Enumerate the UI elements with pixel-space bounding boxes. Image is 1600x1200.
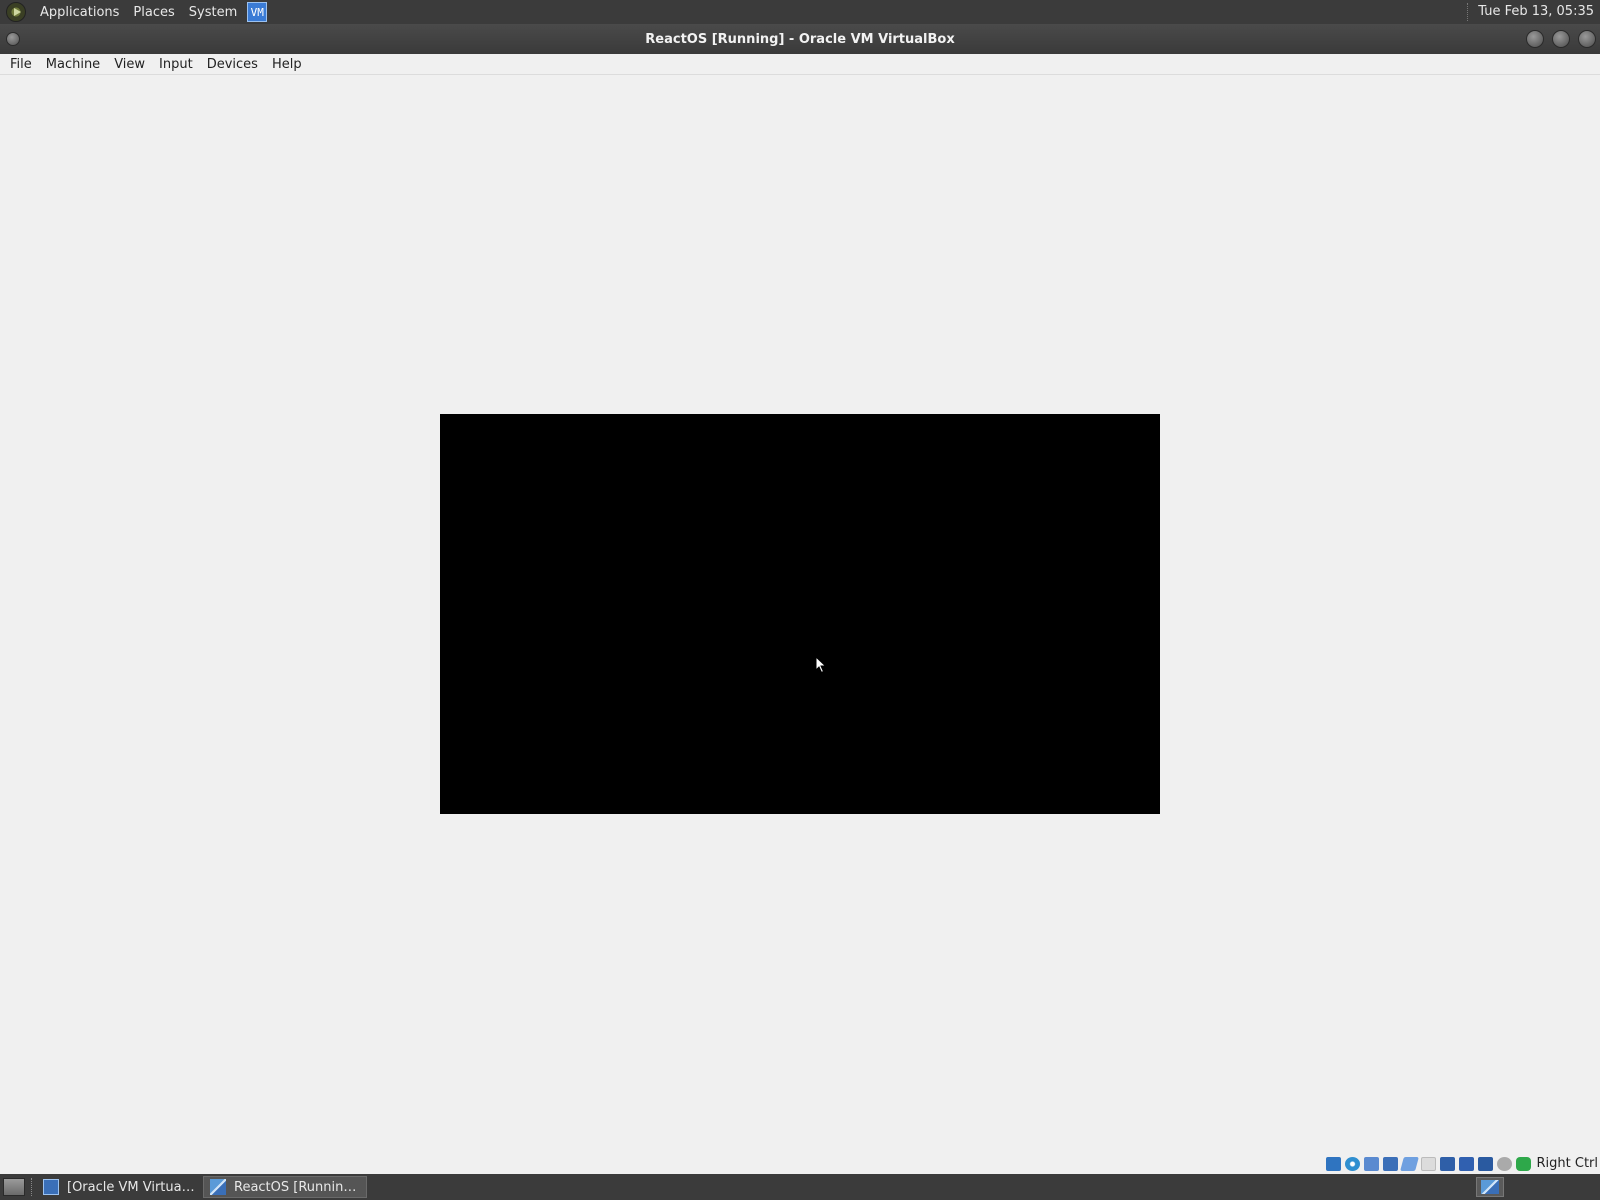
virtualbox-icon (43, 1179, 59, 1195)
vm-display-area[interactable] (0, 75, 1600, 1158)
system-tray[interactable] (1476, 1177, 1504, 1197)
window-controls (1526, 30, 1596, 48)
distro-logo-icon[interactable] (6, 2, 26, 22)
audio-icon[interactable] (1363, 1156, 1379, 1171)
virtualbox-launcher-icon[interactable]: VM (247, 2, 268, 22)
menu-view[interactable]: View (107, 57, 152, 72)
usb-icon[interactable] (1399, 1156, 1419, 1171)
maximize-icon[interactable] (1552, 30, 1570, 48)
menu-machine[interactable]: Machine (39, 57, 107, 72)
minimize-icon[interactable] (1526, 30, 1544, 48)
display-icon[interactable] (1439, 1156, 1455, 1171)
window-menu-icon[interactable] (6, 32, 20, 46)
optical-drive-icon[interactable] (1344, 1156, 1360, 1171)
panel-clock[interactable]: Tue Feb 13, 05:35 (1467, 3, 1600, 21)
shared-folders-icon[interactable] (1420, 1156, 1436, 1171)
menu-file[interactable]: File (3, 57, 39, 72)
system-menu[interactable]: System (189, 5, 237, 20)
menu-help[interactable]: Help (265, 57, 309, 72)
task-label: [Oracle VM VirtualB... (67, 1179, 195, 1195)
task-label: ReactOS [Running] -... (234, 1179, 360, 1195)
mouse-integration-icon[interactable] (1496, 1156, 1512, 1171)
window-title: ReactOS [Running] - Oracle VM VirtualBox (645, 31, 955, 47)
close-icon[interactable] (1578, 30, 1596, 48)
menu-bar: File Machine View Input Devices Help (0, 54, 1600, 75)
keyboard-icon[interactable] (1515, 1156, 1531, 1171)
taskbar-separator (31, 1178, 35, 1196)
places-menu[interactable]: Places (133, 5, 174, 20)
show-desktop-icon[interactable] (3, 1178, 25, 1196)
recording-icon[interactable] (1458, 1156, 1474, 1171)
host-key-label[interactable]: Right Ctrl (1537, 1156, 1600, 1171)
cpu-icon[interactable] (1477, 1156, 1493, 1171)
menu-input[interactable]: Input (152, 57, 200, 72)
task-virtualbox-manager[interactable]: [Oracle VM VirtualB... (37, 1176, 201, 1198)
reactos-tray-icon[interactable] (1481, 1180, 1499, 1194)
window-title-bar[interactable]: ReactOS [Running] - Oracle VM VirtualBox (0, 24, 1600, 54)
reactos-icon (210, 1179, 226, 1195)
network-icon[interactable] (1382, 1156, 1398, 1171)
task-reactos-running[interactable]: ReactOS [Running] -... (203, 1176, 367, 1198)
top-panel: Applications Places System VM Tue Feb 13… (0, 0, 1600, 24)
hard-disk-icon[interactable] (1325, 1156, 1341, 1171)
menu-devices[interactable]: Devices (200, 57, 265, 72)
status-bar: Right Ctrl (0, 1153, 1600, 1174)
vm-screen[interactable] (440, 414, 1160, 814)
applications-menu[interactable]: Applications (40, 5, 119, 20)
device-status-icons (1325, 1156, 1531, 1171)
taskbar: [Oracle VM VirtualB... ReactOS [Running]… (0, 1174, 1600, 1200)
